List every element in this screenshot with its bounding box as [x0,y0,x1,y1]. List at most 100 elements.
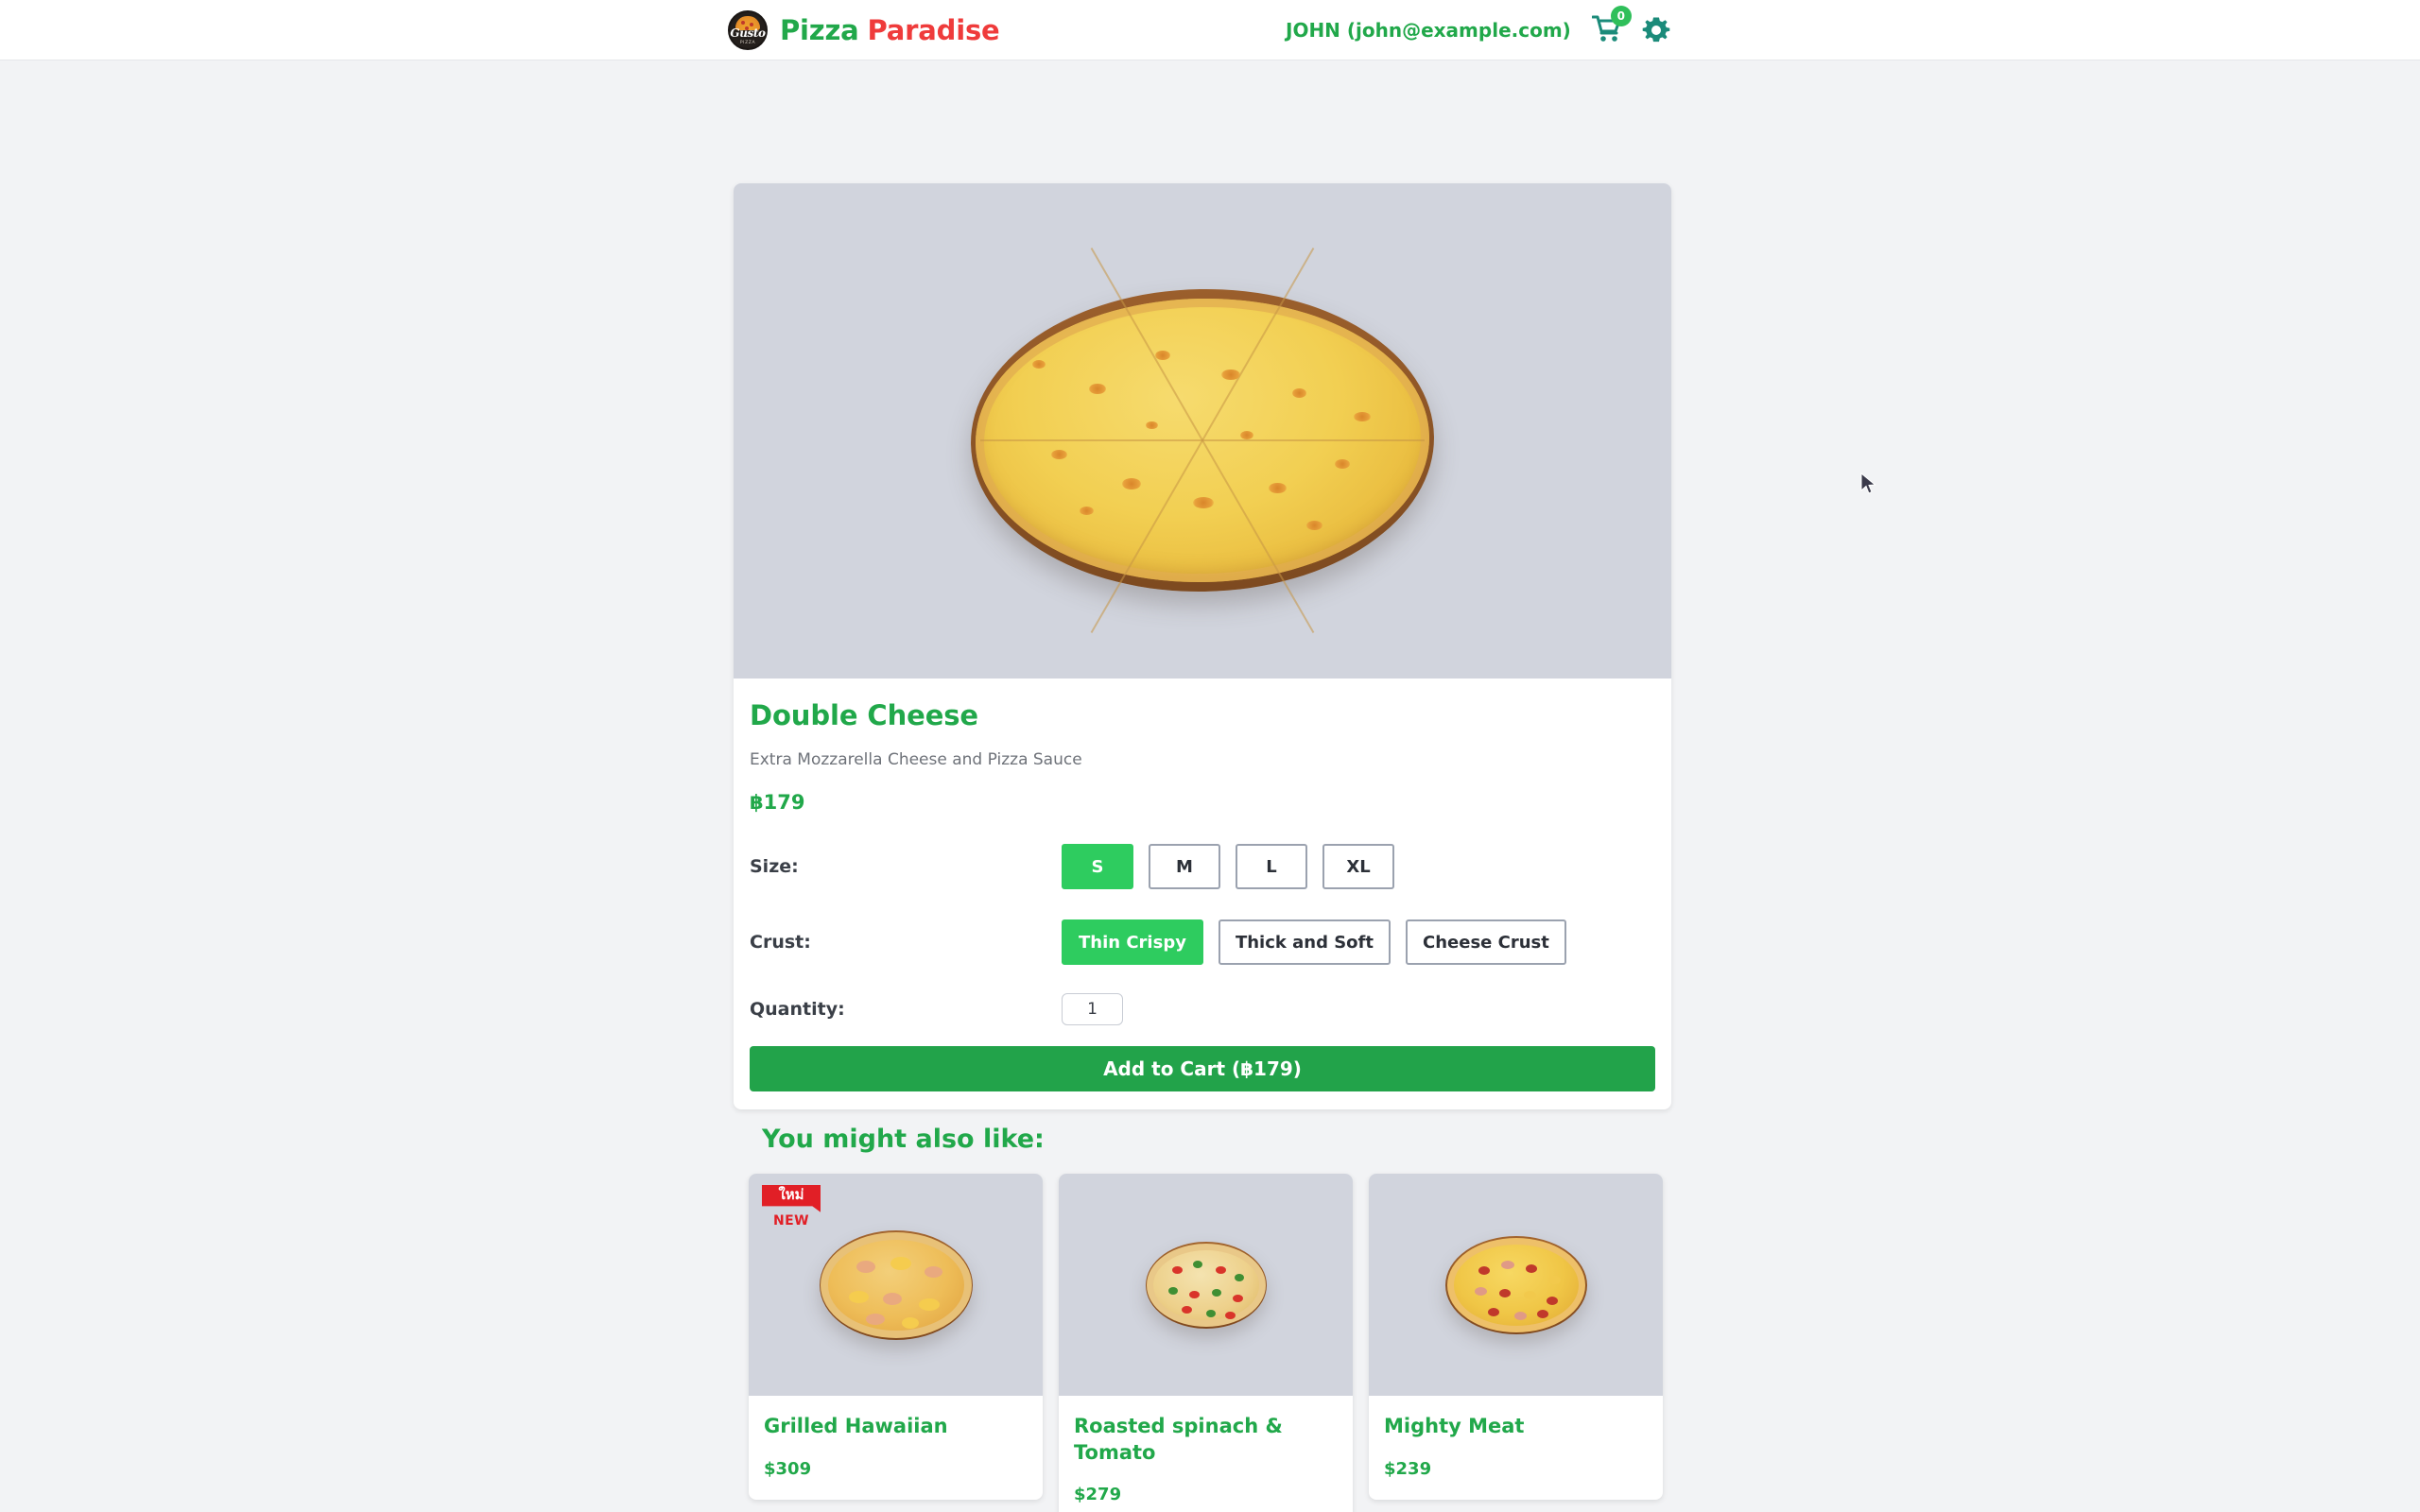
pineapple-topping [901,1316,919,1329]
new-badge: ใหม่ NEW [762,1185,821,1228]
product-detail-card: Double Cheese Extra Mozzarella Cheese an… [734,183,1671,1109]
ham-topping [1500,1260,1514,1269]
cheese-char-spot [1354,412,1371,422]
tomato-topping [1215,1265,1226,1274]
product-description: Extra Mozzarella Cheese and Pizza Sauce [750,750,1082,769]
cheese-char-spot [1155,351,1170,361]
quantity-row: Quantity: [750,993,1655,1025]
ham-topping [882,1292,902,1305]
size-chip-group: S M L XL [1062,844,1394,889]
cheese-char-spot [1032,360,1046,369]
crust-option-row: Crust: Thin Crispy Thick and Soft Cheese… [750,919,1655,965]
thumb-pizza-shape [820,1231,972,1338]
crust-option-thin-crispy[interactable]: Thin Crispy [1062,919,1203,965]
product-name: Double Cheese [750,699,978,731]
brand-logo-link[interactable]: Gusto PIZZA Pizza Paradise [728,9,1000,50]
brand-word-pizza: Pizza [780,13,859,46]
pepperoni-topping [1546,1296,1558,1305]
recommendation-price: $239 [1384,1458,1432,1479]
site-header: Gusto PIZZA Pizza Paradise JOHN (john@exa… [0,0,2420,60]
cart-button[interactable]: 0 [1591,5,1632,46]
cheese-char-spot [1146,421,1158,430]
recommendation-price: $309 [764,1458,812,1479]
recommendation-name: Mighty Meat [1384,1415,1525,1437]
crust-option-cheese-crust[interactable]: Cheese Crust [1406,919,1566,965]
cheese-char-spot [1335,459,1350,470]
spinach-topping [1205,1309,1216,1317]
product-hero-image [734,183,1671,679]
pineapple-topping [890,1256,911,1270]
recommendation-card-grilled-hawaiian[interactable]: ใหม่ NEW Grilled Hawaiian $309 [749,1174,1043,1500]
quantity-input[interactable] [1062,993,1123,1025]
new-badge-english-label: NEW [773,1212,809,1228]
ham-topping [856,1260,875,1273]
size-label: Size: [750,856,799,877]
pineapple-topping [1547,1275,1561,1284]
size-option-m[interactable]: M [1149,844,1220,889]
tomato-topping [1171,1265,1183,1274]
mouse-cursor [1860,472,1876,494]
cheese-char-spot [1122,478,1141,490]
quantity-label: Quantity: [750,999,845,1020]
cart-count-badge: 0 [1610,5,1632,26]
recommendation-name: Roasted spinach & Tomato [1074,1415,1283,1464]
crust-chip-group: Thin Crispy Thick and Soft Cheese Crust [1062,919,1566,965]
gusto-pizza-logo-icon: Gusto PIZZA [728,9,768,50]
spinach-topping [1234,1273,1244,1281]
recommendation-thumbnail [1059,1174,1353,1396]
recommendation-thumbnail [1369,1174,1663,1396]
tomato-topping [1188,1290,1200,1298]
add-to-cart-button[interactable]: Add to Cart (฿179) [750,1046,1655,1091]
recommendation-info: Mighty Meat $239 [1369,1396,1663,1500]
new-badge-thai-label: ใหม่ [762,1185,821,1212]
pepperoni-topping [1498,1288,1511,1297]
tomato-topping [1232,1294,1243,1302]
settings-button[interactable] [1641,15,1671,45]
cheese-char-spot [1221,369,1240,381]
pepperoni-topping [1478,1265,1490,1275]
ham-topping [865,1313,885,1325]
recommendation-name: Grilled Hawaiian [764,1415,948,1437]
pepperoni-topping [1525,1263,1537,1273]
product-details: Double Cheese Extra Mozzarella Cheese an… [734,679,1671,1025]
size-option-l[interactable]: L [1236,844,1307,889]
logo-subtext: PIZZA [739,40,756,45]
pineapple-topping [848,1290,869,1303]
cheese-char-spot [1080,507,1094,516]
size-option-xl[interactable]: XL [1322,844,1394,889]
size-option-s[interactable]: S [1062,844,1133,889]
cheese-char-spot [1306,521,1322,531]
pineapple-topping [1523,1290,1536,1299]
spinach-topping [1211,1288,1221,1297]
page-title: Pizza Paradise [780,13,1000,46]
cheese-char-spot [1292,388,1306,399]
cheese-char-spot [1269,483,1287,494]
ham-topping [1513,1311,1527,1320]
recommendation-info: Grilled Hawaiian $309 [749,1396,1043,1500]
cheese-char-spot [1240,431,1253,440]
ham-topping [924,1265,942,1278]
spinach-topping [1167,1286,1178,1295]
recommendations-heading: You might also like: [762,1125,1045,1154]
header-actions: JOHN (john@example.com) 0 [1286,5,1671,46]
ham-topping [1474,1286,1487,1296]
recommendations-list: ใหม่ NEW Grilled Hawaiian $309 Roasted s… [749,1174,1663,1512]
recommendation-price: $279 [1074,1485,1122,1505]
spinach-topping [1192,1260,1202,1268]
user-account-label[interactable]: JOHN (john@example.com) [1286,19,1571,42]
cheese-char-spot [1051,450,1067,460]
logo-wordmark: Gusto [730,26,766,40]
recommendation-thumbnail: ใหม่ NEW [749,1174,1043,1396]
pepperoni-topping [1487,1307,1499,1316]
pineapple-topping [918,1297,940,1311]
brand-word-paradise: Paradise [867,13,1000,46]
product-price: ฿179 [750,791,805,814]
crust-label: Crust: [750,932,811,953]
recommendation-info: Roasted spinach & Tomato $279 [1059,1396,1353,1512]
crust-option-thick-and-soft[interactable]: Thick and Soft [1218,919,1391,965]
recommendation-card-roasted-spinach-tomato[interactable]: Roasted spinach & Tomato $279 [1059,1174,1353,1512]
pepperoni-topping [1536,1309,1548,1318]
tomato-topping [1181,1305,1192,1314]
tomato-topping [1224,1311,1236,1319]
recommendation-card-mighty-meat[interactable]: Mighty Meat $239 [1369,1174,1663,1500]
